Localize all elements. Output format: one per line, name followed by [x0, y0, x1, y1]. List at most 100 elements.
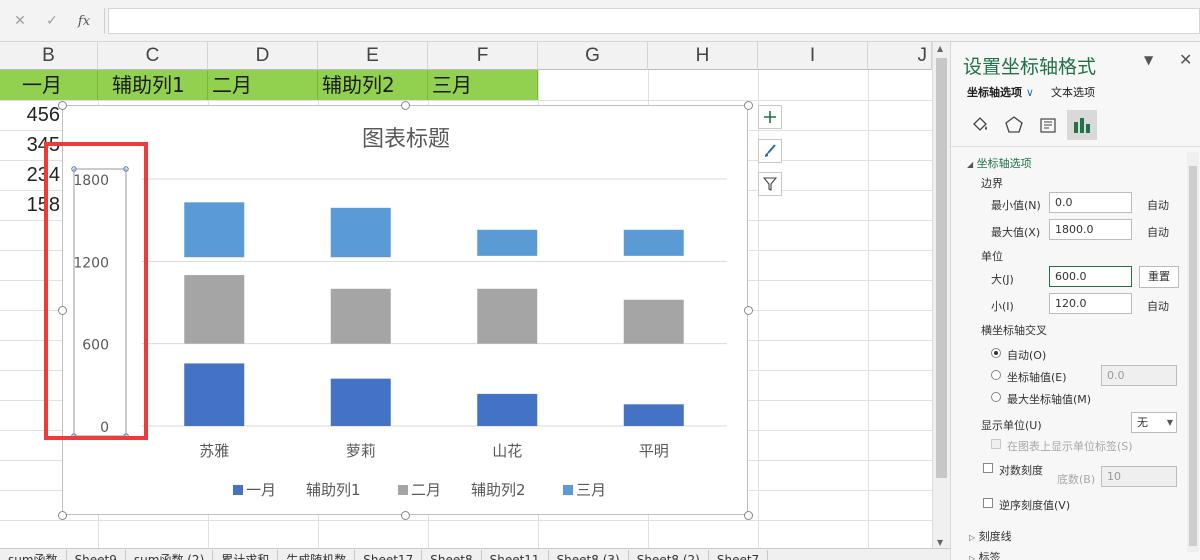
legend-label[interactable]: 辅助列2: [471, 481, 526, 499]
bar-segment-transparent[interactable]: [477, 256, 537, 289]
log-scale-checkbox[interactable]: [983, 463, 993, 473]
bar-segment-transparent[interactable]: [184, 344, 244, 364]
cross-max-label[interactable]: 最大坐标轴值(M): [1007, 391, 1091, 407]
effects-tab[interactable]: [999, 110, 1029, 140]
minor-unit-input[interactable]: 120.0: [1049, 293, 1132, 314]
size-properties-tab[interactable]: [1033, 110, 1063, 140]
cell-d1[interactable]: 二月: [208, 70, 318, 100]
max-auto-label[interactable]: 自动: [1147, 224, 1169, 240]
column-header-i[interactable]: I: [758, 42, 868, 70]
legend-label[interactable]: 一月: [246, 481, 276, 499]
cross-auto-label[interactable]: 自动(O): [1007, 347, 1046, 363]
column-header-c[interactable]: C: [98, 42, 208, 70]
tick-marks-section[interactable]: ▷ 刻度线: [969, 528, 1012, 544]
cell-e1[interactable]: 辅助列2: [318, 70, 428, 100]
chart-resize-handle[interactable]: [744, 101, 753, 110]
chart-area[interactable]: 图表标题 1800 1200 600 0 苏雅 萝莉 山花 平明 一月 辅助列1 二月 辅助列2 三…: [62, 105, 748, 515]
sheet-tab[interactable]: 生成随机数: [278, 550, 356, 560]
bar-segment[interactable]: [184, 202, 245, 258]
chart-resize-handle[interactable]: [401, 101, 410, 110]
sheet-tab[interactable]: 累计求和: [213, 550, 279, 560]
log-base-input[interactable]: 10: [1101, 466, 1177, 487]
bar-segment[interactable]: [330, 207, 391, 258]
minor-auto-label[interactable]: 自动: [1147, 298, 1169, 314]
legend-label[interactable]: 三月: [576, 481, 606, 499]
bar-segment-transparent[interactable]: [477, 344, 537, 394]
fill-line-tab[interactable]: [965, 110, 995, 140]
bar-segment[interactable]: [330, 288, 391, 344]
sheet-tab[interactable]: Sheet11: [482, 550, 549, 560]
chart-styles-button[interactable]: [758, 139, 782, 163]
cross-value-input[interactable]: 0.0: [1101, 365, 1177, 386]
cross-value-radio[interactable]: [991, 370, 1001, 380]
cell-f1[interactable]: 三月: [428, 70, 538, 100]
chart-resize-handle[interactable]: [58, 511, 67, 520]
pane-scrollbar-thumb[interactable]: [1189, 166, 1197, 546]
bar-segment[interactable]: [477, 288, 538, 344]
log-scale-label[interactable]: 对数刻度: [999, 462, 1043, 478]
column-header-d[interactable]: D: [208, 42, 318, 70]
formula-input[interactable]: [108, 8, 1200, 34]
tab-text-options[interactable]: 文本选项: [1051, 84, 1095, 100]
reset-button[interactable]: 重置: [1139, 266, 1179, 288]
tab-axis-options[interactable]: 坐标轴选项 ∨: [967, 84, 1034, 100]
bar-segment-transparent[interactable]: [331, 344, 391, 379]
chart-resize-handle[interactable]: [744, 306, 753, 315]
bar-segment[interactable]: [477, 393, 538, 426]
bar-segment[interactable]: [623, 404, 684, 426]
legend-label[interactable]: 辅助列1: [306, 481, 361, 499]
major-unit-input[interactable]: 600.0: [1049, 266, 1132, 287]
bar-segment-transparent[interactable]: [184, 257, 244, 275]
column-header-e[interactable]: E: [318, 42, 428, 70]
sheet-tab[interactable]: Sheet8 (2): [629, 550, 709, 560]
column-header-b[interactable]: B: [0, 42, 98, 70]
axis-options-tab[interactable]: [1067, 110, 1097, 140]
bar-segment[interactable]: [623, 229, 684, 256]
bar-segment[interactable]: [330, 378, 391, 426]
sheet-tab[interactable]: Sheet8 (3): [549, 550, 629, 560]
scroll-up-icon[interactable]: ▲: [937, 44, 943, 53]
sheet-tab[interactable]: sum函数 (2): [126, 550, 214, 560]
scroll-down-icon[interactable]: ▼: [937, 538, 943, 547]
cross-value-label[interactable]: 坐标轴值(E): [1007, 369, 1067, 385]
cell-b1[interactable]: 一月: [0, 70, 98, 100]
confirm-icon[interactable]: ✓: [36, 13, 68, 29]
column-header-h[interactable]: H: [648, 42, 758, 70]
scrollbar-thumb[interactable]: [936, 58, 947, 478]
reverse-order-checkbox[interactable]: [983, 498, 993, 508]
column-header-f[interactable]: F: [428, 42, 538, 70]
min-auto-label[interactable]: 自动: [1147, 197, 1169, 213]
legend-label[interactable]: 二月: [411, 481, 441, 499]
sheet-tab[interactable]: Sheet17: [355, 550, 423, 560]
cross-max-radio[interactable]: [991, 392, 1001, 402]
cancel-icon[interactable]: ✕: [4, 13, 36, 29]
chart-resize-handle[interactable]: [401, 511, 410, 520]
chart-title[interactable]: 图表标题: [362, 127, 450, 152]
labels-section[interactable]: ▷ 标签: [969, 549, 1001, 560]
vertical-scrollbar[interactable]: ▲ ▼: [932, 42, 950, 552]
cross-auto-radio[interactable]: [991, 348, 1001, 358]
chart-elements-button[interactable]: [758, 105, 782, 129]
sheet-tab[interactable]: sum函数: [0, 550, 67, 560]
display-units-select[interactable]: 无 ▼: [1131, 412, 1177, 433]
chart-resize-handle[interactable]: [744, 511, 753, 520]
axis-options-section[interactable]: ◢ 坐标轴选项: [967, 155, 1032, 171]
pane-scrollbar[interactable]: [1187, 152, 1199, 552]
bar-segment[interactable]: [184, 363, 245, 426]
insert-function-icon[interactable]: fx: [68, 14, 100, 29]
bar-segment[interactable]: [184, 275, 245, 344]
sheet-tab[interactable]: Sheet9: [67, 550, 126, 560]
max-bound-input[interactable]: 1800.0: [1049, 219, 1132, 240]
sheet-tab[interactable]: Sheet7: [709, 550, 769, 560]
bar-segment-transparent[interactable]: [331, 257, 391, 289]
cell-c1[interactable]: 辅助列1: [98, 70, 208, 100]
bar-segment[interactable]: [477, 229, 538, 256]
bar-segment-transparent[interactable]: [624, 344, 684, 405]
column-header-g[interactable]: G: [538, 42, 648, 70]
reverse-order-label[interactable]: 逆序刻度值(V): [999, 497, 1070, 513]
min-bound-input[interactable]: 0.0: [1049, 192, 1132, 213]
bar-segment-transparent[interactable]: [624, 256, 684, 300]
chart-filters-button[interactable]: [758, 172, 782, 196]
chart-resize-handle[interactable]: [58, 101, 67, 110]
close-icon[interactable]: ✕: [1179, 50, 1192, 69]
